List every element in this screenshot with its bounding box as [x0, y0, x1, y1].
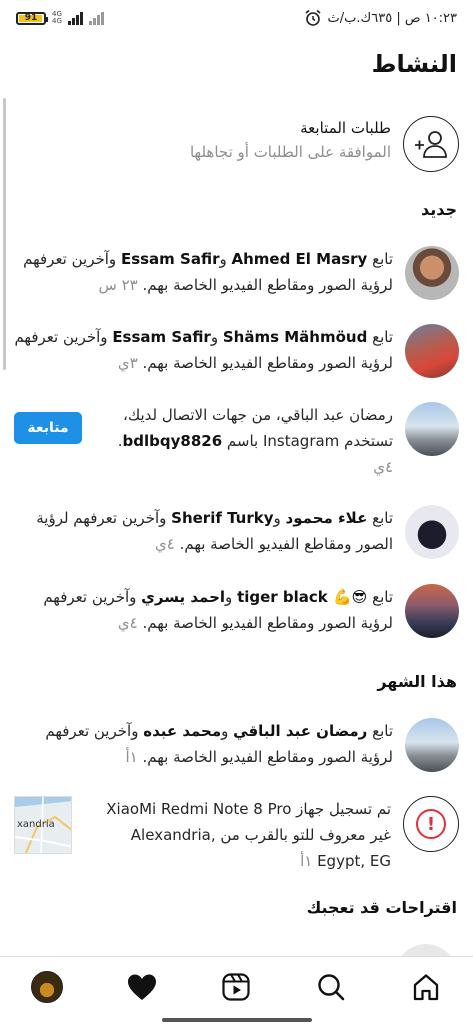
activity-text: تابع علاء محمود وSherif Turky وآخرين تعر… — [36, 509, 393, 553]
page-title: النشاط — [371, 50, 457, 78]
activity-item[interactable]: تابع 😎💪 tiger black واحمد يسري وآخرين تع… — [14, 584, 459, 638]
user-link[interactable]: 😎💪 tiger black — [237, 588, 367, 606]
heart-icon[interactable] — [127, 973, 157, 1001]
alarm-clock-icon — [305, 9, 321, 26]
warning-icon: ! — [403, 796, 459, 852]
status-time: ١٠:٢٣ ص | ٦٣٥ك.ب/ث — [327, 10, 457, 26]
map-label: xandria — [17, 819, 55, 830]
follow-requests-text: طلبات المتابعة الموافقة على الطلبات أو ت… — [14, 116, 391, 164]
nav-profile[interactable] — [22, 962, 72, 1012]
section-title-this-month: هذا الشهر — [377, 672, 457, 691]
search-icon[interactable] — [317, 973, 345, 1001]
battery-level: 91 — [24, 13, 38, 23]
user-link[interactable]: Sherif Turky — [171, 509, 273, 527]
follow-requests-title: طلبات المتابعة — [300, 119, 391, 137]
user-link[interactable]: احمد يسري — [141, 588, 225, 606]
activity-text: تابع Shäms Mähmöud وEssam Safir وآخرين ت… — [14, 328, 393, 372]
network-type-bottom: 4G — [52, 17, 62, 25]
section-title-new: جديد — [420, 200, 457, 219]
user-link[interactable]: Essam Safir — [112, 328, 211, 346]
status-left: 91 4G 4G — [16, 11, 104, 25]
contact-suggestion-item[interactable]: رمضان عبد الباقي، من جهات الاتصال لديك، … — [14, 402, 459, 480]
follow-requests-row[interactable]: طلبات المتابعة الموافقة على الطلبات أو ت… — [14, 116, 459, 172]
timestamp: ٤ي — [154, 535, 180, 553]
timestamp: ١أ — [300, 852, 318, 870]
status-right: ١٠:٢٣ ص | ٦٣٥ك.ب/ث — [304, 9, 457, 27]
network-type: 4G 4G — [52, 11, 62, 25]
signal-icon — [67, 11, 83, 25]
signal-icon-secondary — [88, 11, 104, 25]
avatar[interactable] — [405, 324, 459, 378]
home-icon[interactable] — [412, 973, 440, 1001]
map-thumbnail[interactable]: xandria — [14, 796, 72, 854]
user-link[interactable]: محمد عبده — [143, 722, 221, 740]
profile-avatar[interactable] — [31, 970, 64, 1003]
activity-text: تابع رمضان عبد الباقي ومحمد عبده وآخرين … — [45, 722, 393, 766]
bottom-nav — [0, 956, 473, 1024]
status-bar: 91 4G 4G ١٠:٢٣ ص | ٦٣٥ك.ب/ث — [0, 0, 473, 36]
add-person-icon — [403, 116, 459, 172]
nav-home[interactable] — [401, 962, 451, 1012]
timestamp: ٢٣ س — [98, 276, 143, 294]
timestamp: ٣ي — [117, 354, 143, 372]
battery-icon: 91 — [16, 11, 48, 25]
user-link[interactable]: علاء محمود — [286, 509, 368, 527]
user-link[interactable]: Ahmed El Masry — [232, 250, 368, 268]
scrollbar[interactable] — [3, 98, 6, 370]
activity-text: تابع 😎💪 tiger black واحمد يسري وآخرين تع… — [43, 588, 393, 632]
user-link[interactable]: Essam Safir — [121, 250, 220, 268]
username-link[interactable]: bdlbqy8826 — [123, 432, 223, 450]
activity-text: تابع Ahmed El Masry وEssam Safir وآخرين … — [23, 250, 393, 294]
reels-icon[interactable] — [222, 972, 251, 1001]
user-link[interactable]: Shäms Mähmöud — [223, 328, 367, 346]
activity-item[interactable]: تابع رمضان عبد الباقي ومحمد عبده وآخرين … — [14, 718, 459, 772]
login-alert-item[interactable]: ! تم تسجيل جهاز XiaoMi Redmi Note 8 Pro … — [14, 796, 459, 874]
avatar[interactable] — [405, 584, 459, 638]
user-link[interactable]: رمضان عبد الباقي — [233, 722, 367, 740]
activity-item[interactable]: تابع علاء محمود وSherif Turky وآخرين تعر… — [14, 505, 459, 559]
nav-activity[interactable] — [117, 962, 167, 1012]
avatar[interactable] — [405, 505, 459, 559]
timestamp: ٤ي — [373, 458, 393, 476]
timestamp: ١أ — [125, 748, 143, 766]
activity-item[interactable]: تابع Ahmed El Masry وEssam Safir وآخرين … — [14, 246, 459, 300]
timestamp: ٤ي — [117, 614, 143, 632]
avatar[interactable] — [405, 246, 459, 300]
avatar[interactable] — [405, 718, 459, 772]
follow-button[interactable]: متابعة — [14, 412, 82, 444]
activity-text: تم تسجيل جهاز XiaoMi Redmi Note 8 Pro غي… — [106, 800, 391, 870]
follow-requests-subtitle: الموافقة على الطلبات أو تجاهلها — [189, 143, 391, 161]
avatar[interactable] — [405, 402, 459, 456]
nav-search[interactable] — [306, 962, 356, 1012]
section-title-suggestions: اقتراحات قد تعجبك — [306, 898, 457, 917]
activity-text: رمضان عبد الباقي، من جهات الاتصال لديك، … — [117, 406, 393, 476]
home-indicator — [162, 1018, 312, 1022]
activity-item[interactable]: تابع Shäms Mähmöud وEssam Safir وآخرين ت… — [14, 324, 459, 378]
nav-reels[interactable] — [211, 962, 261, 1012]
